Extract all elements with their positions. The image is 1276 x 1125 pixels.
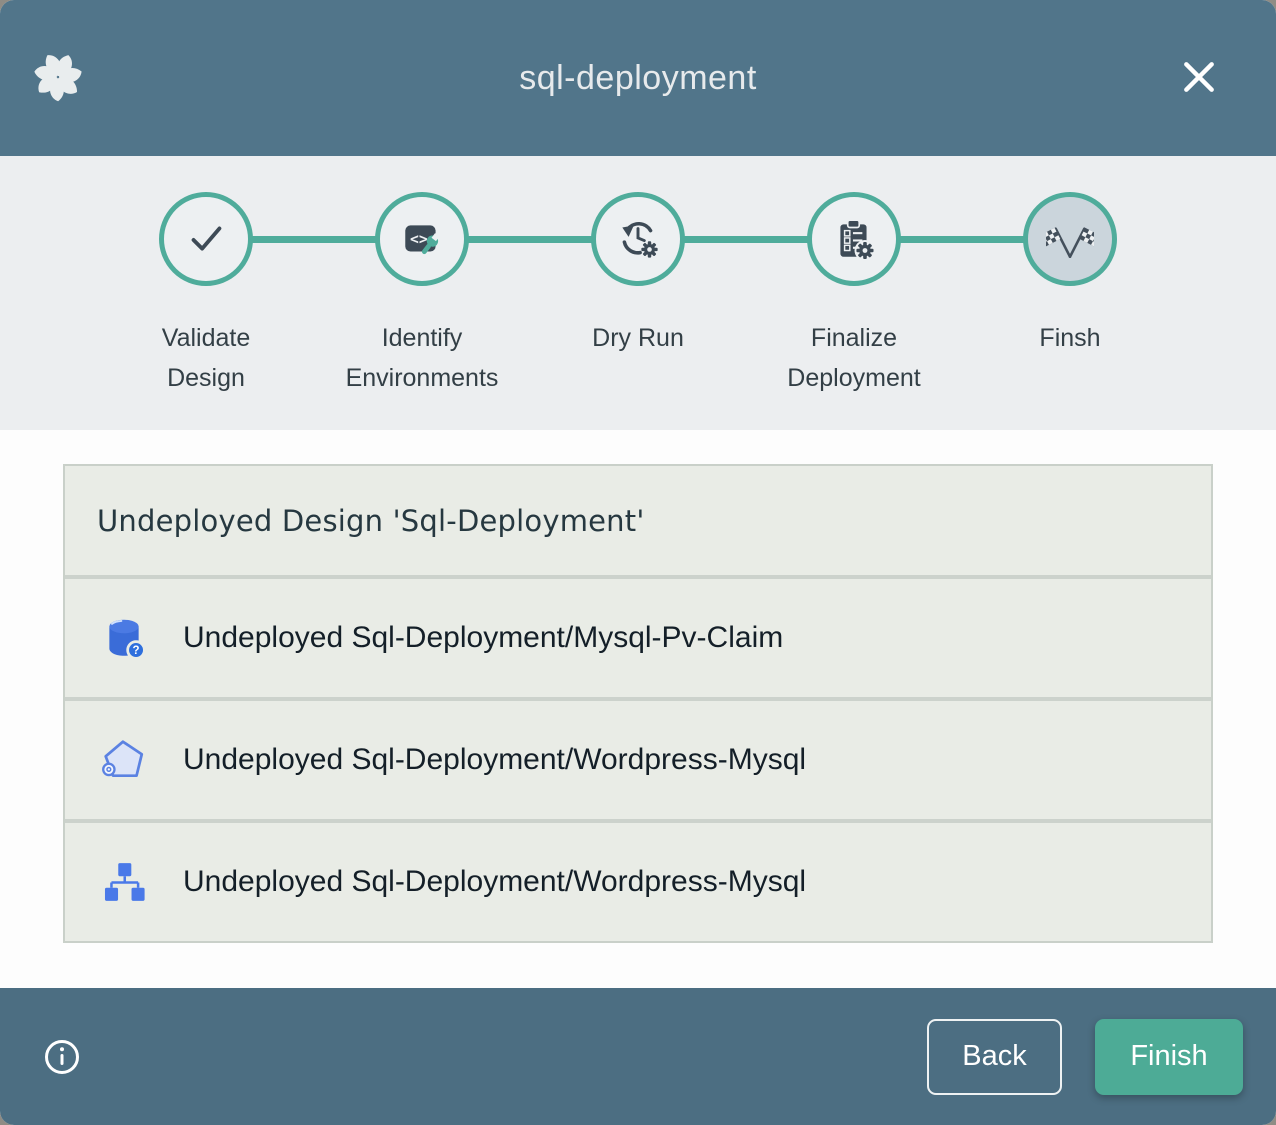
sync-clock-gear-icon <box>615 216 661 262</box>
step-finalize-deployment: Finalize Deployment <box>746 156 962 398</box>
close-icon <box>1180 58 1218 96</box>
deployment-wizard-dialog: sql-deployment Vali <box>0 0 1276 1125</box>
step-validate-design: Validate Design <box>98 156 314 398</box>
step-identify-environments: <> Identify Environments <box>314 156 530 398</box>
hierarchy-icon <box>101 859 147 905</box>
step-circle-validate-design[interactable] <box>159 192 253 286</box>
status-row-text: Undeployed Sql-Deployment/Wordpress-Mysq… <box>183 743 806 777</box>
step-circle-dry-run[interactable] <box>591 192 685 286</box>
status-header-row: Undeployed Design 'Sql-Deployment' <box>65 466 1211 575</box>
step-label-line: Deployment <box>787 358 920 398</box>
meshery-logo-icon <box>33 52 83 102</box>
back-button[interactable]: Back <box>927 1019 1062 1095</box>
step-circle-finish[interactable] <box>1023 192 1117 286</box>
svg-text:<>: <> <box>410 231 428 248</box>
database-icon: ? <box>101 615 147 661</box>
step-label-line: Validate <box>162 318 251 358</box>
wizard-content: Undeployed Design 'Sql-Deployment' ? Und… <box>0 430 1276 988</box>
check-icon <box>183 216 229 262</box>
step-finish: Finsh <box>962 156 1178 398</box>
close-button[interactable] <box>1180 58 1218 96</box>
code-window-wrench-icon: <> <box>399 216 445 262</box>
dialog-footer: Back Finish <box>0 988 1276 1125</box>
step-label-line: Identify <box>346 318 499 358</box>
clipboard-gear-icon <box>831 216 877 262</box>
svg-text:?: ? <box>133 645 140 657</box>
step-label-line: Finalize <box>787 318 920 358</box>
step-dry-run: Dry Run <box>530 156 746 398</box>
info-button[interactable] <box>42 1037 82 1077</box>
wizard-stepper: Validate Design <> <box>0 156 1276 430</box>
status-row-text: Undeployed Sql-Deployment/Mysql-Pv-Claim <box>183 621 783 655</box>
status-row-text: Undeployed Sql-Deployment/Wordpress-Mysq… <box>183 865 806 899</box>
step-label-line: Dry Run <box>592 318 684 358</box>
step-label-line: Design <box>162 358 251 398</box>
status-row-wordpress-mysql-1: Undeployed Sql-Deployment/Wordpress-Mysq… <box>65 697 1211 819</box>
deployment-status-list: Undeployed Design 'Sql-Deployment' ? Und… <box>63 464 1213 943</box>
finish-button[interactable]: Finish <box>1095 1019 1243 1095</box>
status-row-mysql-pv-claim: ? Undeployed Sql-Deployment/Mysql-Pv-Cla… <box>65 575 1211 697</box>
checkered-flags-icon <box>1046 215 1094 263</box>
pentagon-icon <box>101 737 147 783</box>
dialog-title: sql-deployment <box>519 59 757 98</box>
status-row-wordpress-mysql-2: Undeployed Sql-Deployment/Wordpress-Mysq… <box>65 819 1211 941</box>
info-icon <box>42 1037 82 1077</box>
step-label-line: Finsh <box>1039 318 1100 358</box>
status-header-text: Undeployed Design 'Sql-Deployment' <box>97 504 645 538</box>
step-label-line: Environments <box>346 358 499 398</box>
step-circle-finalize-deployment[interactable] <box>807 192 901 286</box>
dialog-header: sql-deployment <box>0 0 1276 156</box>
step-circle-identify-environments[interactable]: <> <box>375 192 469 286</box>
